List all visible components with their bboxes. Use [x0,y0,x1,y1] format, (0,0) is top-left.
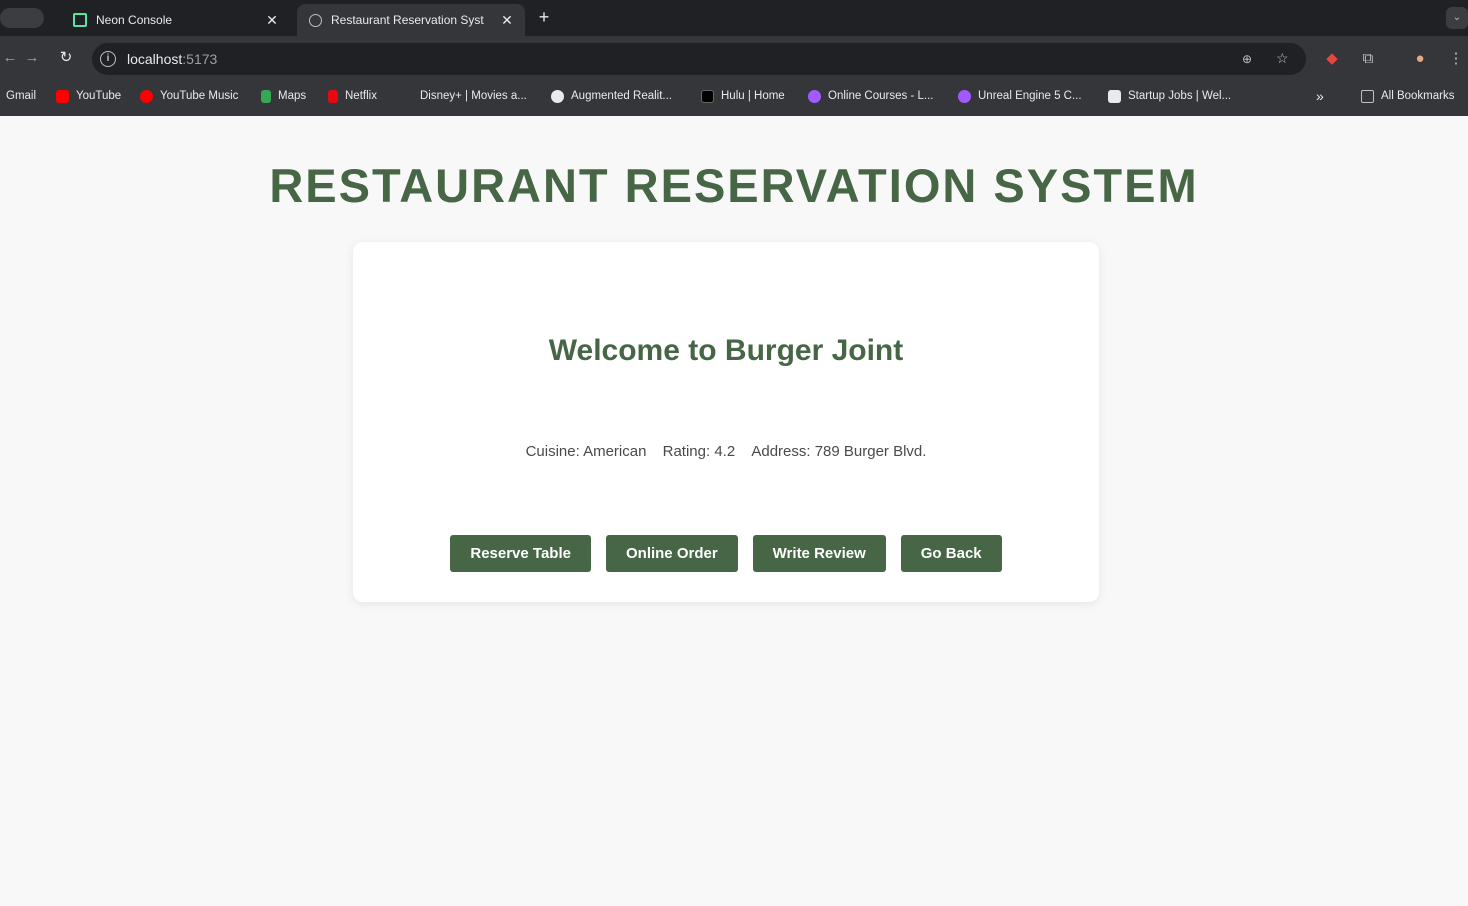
profile-avatar-icon[interactable]: ● [1410,49,1430,69]
browser-chrome: Neon Console ✕ Restaurant Reservation Sy… [0,0,1468,116]
netflix-icon [328,89,338,103]
site-info-icon[interactable]: i [100,51,116,67]
maps-icon [261,89,271,103]
tab-strip: Neon Console ✕ Restaurant Reservation Sy… [0,0,1468,36]
extension-red-icon[interactable]: ◆ [1322,49,1342,69]
close-icon[interactable]: ✕ [499,12,515,29]
restaurant-card: Welcome to Burger Joint Cuisine: America… [353,242,1099,602]
bookmark-augmented-reality[interactable]: Augmented Realit... [551,87,672,105]
tab-restaurant-reservation[interactable]: Restaurant Reservation Syst ✕ [297,4,525,36]
page-content: RESTAURANT RESERVATION SYSTEM Welcome to… [0,116,1468,906]
tab-neon-console[interactable]: Neon Console ✕ [62,4,290,36]
globe-icon [307,12,323,28]
neon-icon [72,12,88,28]
kebab-menu-icon[interactable]: ⋮ [1446,49,1466,69]
bookmark-online-courses[interactable]: Online Courses - L... [808,87,933,105]
close-icon[interactable]: ✕ [264,12,280,29]
bookmark-maps[interactable]: Maps [261,87,306,105]
youtube-music-icon [140,89,153,103]
bookmark-hulu[interactable]: Hulu | Home [701,87,785,105]
reserve-table-button[interactable]: Reserve Table [450,535,591,572]
translate-icon[interactable]: ⊕ [1242,52,1252,66]
extensions-puzzle-icon[interactable]: ⧉ [1358,49,1378,69]
go-back-button[interactable]: Go Back [900,535,1002,572]
bookmark-netflix[interactable]: Netflix [328,87,377,105]
courses-icon [808,89,821,103]
tab-list-chevron-icon[interactable]: ⌄ [1446,7,1468,29]
tab-search-button[interactable] [0,8,44,28]
unreal-icon [958,89,971,103]
bookmark-unreal-engine[interactable]: Unreal Engine 5 C... [958,87,1082,105]
bookmark-youtube-music[interactable]: YouTube Music [140,87,238,105]
all-bookmarks-button[interactable]: All Bookmarks [1361,87,1455,105]
rating-text: Rating: 4.2 [662,443,736,460]
cuisine-text: Cuisine: American [525,443,647,460]
hulu-icon [701,89,714,103]
folder-icon [1361,89,1374,103]
address-text: Address: 789 Burger Blvd. [751,443,927,460]
bookmark-youtube[interactable]: YouTube [56,87,121,105]
write-review-button[interactable]: Write Review [752,535,886,572]
online-order-button[interactable]: Online Order [605,535,738,572]
url-text[interactable]: localhost:5173 [127,51,217,67]
tab-title: Neon Console [96,13,173,27]
forward-arrow-icon[interactable]: → [22,48,42,68]
action-buttons: Reserve Table Online Order Write Review … [353,535,1099,572]
reload-icon[interactable]: ↻ [56,48,76,68]
back-arrow-icon[interactable]: ← [0,48,20,68]
bookmark-star-icon[interactable]: ☆ [1276,50,1289,67]
startup-jobs-icon [1108,89,1121,103]
youtube-icon [56,89,69,103]
browser-toolbar: ← → ↻ i localhost:5173 ⊕ ☆ ◆ ⧉ ● ⋮ [0,36,1468,80]
bookmark-startup-jobs[interactable]: Startup Jobs | Wel... [1108,87,1231,105]
page-title: RESTAURANT RESERVATION SYSTEM [269,159,1199,212]
bookmark-disney[interactable]: Disney+ | Movies a... [420,87,527,105]
address-bar[interactable]: i localhost:5173 ⊕ ☆ [92,43,1306,75]
restaurant-welcome-heading: Welcome to Burger Joint [548,334,904,367]
ar-icon [551,89,564,103]
tab-title: Restaurant Reservation Syst [331,13,484,27]
restaurant-details: Cuisine: American Rating: 4.2 Address: 7… [353,443,1099,460]
bookmarks-bar: Gmail YouTube YouTube Music Maps Netflix… [0,80,1468,112]
new-tab-button[interactable]: + [534,6,554,28]
bookmark-gmail[interactable]: Gmail [6,87,36,105]
bookmarks-overflow-chevron-icon[interactable]: » [1316,87,1324,105]
